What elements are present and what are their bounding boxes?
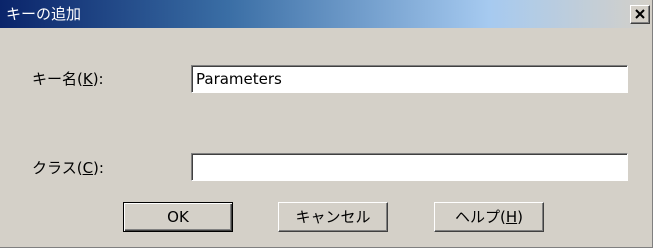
class-mnemonic: C (82, 159, 94, 177)
key-name-label: キー名(K): (32, 70, 104, 88)
key-name-label-text: キー名( (32, 70, 83, 88)
title-bar[interactable]: キーの追加 (0, 0, 652, 28)
help-button-label: ヘルプ( (455, 208, 506, 226)
class-input[interactable] (191, 153, 628, 181)
cancel-button[interactable]: キャンセル (278, 202, 388, 232)
help-mnemonic: H (505, 208, 518, 226)
key-name-mnemonic: K (82, 70, 93, 88)
key-name-input[interactable] (191, 65, 628, 93)
class-label: クラス(C): (32, 159, 104, 177)
help-button-suffix: ) (517, 208, 523, 226)
key-name-label-suffix: ): (92, 70, 104, 88)
class-label-suffix: ): (93, 159, 104, 177)
add-key-dialog: キーの追加 キー名(K): クラス(C): OK キャンセル ヘルプ(H) (0, 0, 653, 248)
close-icon (635, 9, 645, 19)
class-label-text: クラス( (32, 159, 83, 177)
help-button[interactable]: ヘルプ(H) (434, 202, 544, 232)
ok-button[interactable]: OK (123, 202, 233, 232)
window-title: キーの追加 (6, 5, 82, 23)
close-button[interactable] (630, 5, 650, 24)
